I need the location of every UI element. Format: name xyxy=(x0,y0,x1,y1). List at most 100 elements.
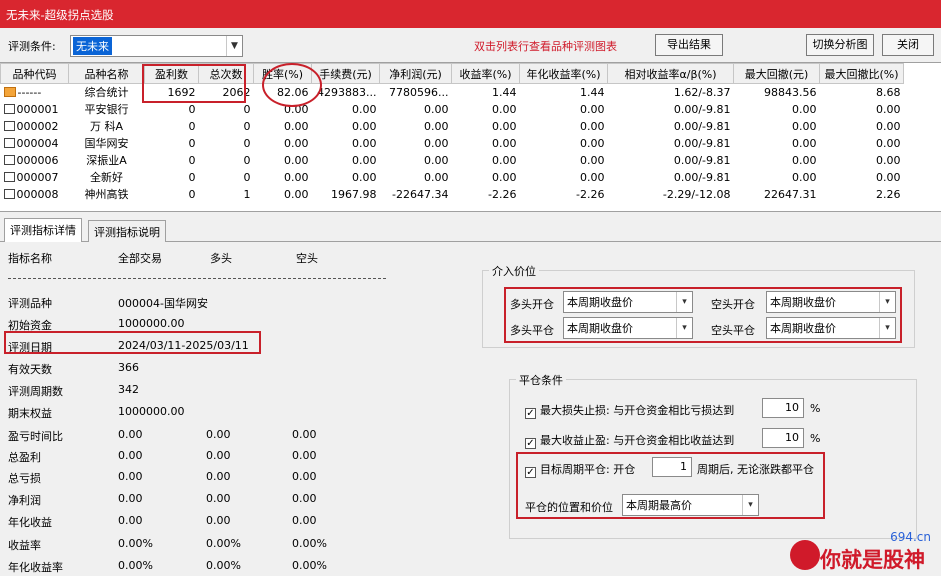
chevron-down-icon[interactable]: ▾ xyxy=(879,292,895,312)
table-cell: 0 xyxy=(199,152,254,169)
table-cell: 0.00 xyxy=(312,169,380,186)
take-profit-input[interactable]: 10 xyxy=(762,428,804,448)
close-button[interactable]: 关闭 xyxy=(882,34,934,56)
table-cell: 0.00 xyxy=(520,135,608,152)
col-header[interactable]: 品种代码 xyxy=(0,63,69,84)
cell-text: 0.00 xyxy=(352,119,377,133)
long-close-label: 多头平仓 xyxy=(510,324,554,337)
cell-text: 7780596... xyxy=(389,85,449,99)
table-cell: 1.44 xyxy=(520,84,608,101)
cell-text: 1.62/-8.37 xyxy=(673,85,731,99)
tab-metrics-detail[interactable]: 评测指标详情 xyxy=(4,218,82,242)
cell-text: 0 xyxy=(188,153,196,167)
table-cell: 0.00/-9.81 xyxy=(608,152,734,169)
table-cell: 0 xyxy=(145,169,199,186)
cell-text: 0.00 xyxy=(492,102,517,116)
condition-select[interactable]: 无未来 ▼ xyxy=(70,35,243,57)
table-cell: 1967.98 xyxy=(312,186,380,203)
take-profit-option[interactable]: ✓ 最大收益止盈: 与开仓资金相比收益达到 xyxy=(525,432,734,449)
col-header[interactable]: 最大回撤(元) xyxy=(733,63,820,84)
cell-text: 1.44 xyxy=(492,85,517,99)
export-button[interactable]: 导出结果 xyxy=(655,34,723,56)
cell-text: 0 xyxy=(188,102,196,116)
table-row[interactable]: 000001 平安银行 0 0 0.00 0.00 0.00 0.00 0.00 0.00/-9.… xyxy=(1,101,904,118)
checkbox-checked-icon[interactable]: ✓ xyxy=(525,467,536,478)
col-header[interactable]: 手续费(元) xyxy=(311,63,380,84)
col-header[interactable]: 胜率(%) xyxy=(253,63,312,84)
stop-loss-option[interactable]: ✓ 最大损失止损: 与开仓资金相比亏损达到 xyxy=(525,402,734,419)
target-period-option[interactable]: ✓ 目标周期平仓: 开仓 xyxy=(525,461,635,478)
table-cell: 0.00 xyxy=(734,152,820,169)
table-cell: 0.00 xyxy=(254,135,312,152)
cell-code: 000008 xyxy=(1,186,69,203)
table-cell: 0.00 xyxy=(380,135,452,152)
table-cell: 1692 xyxy=(145,84,199,101)
cell-text: 神州高铁 xyxy=(84,188,129,201)
col-header[interactable]: 总次数 xyxy=(198,63,254,84)
cell-text: 国华网安 xyxy=(84,137,129,150)
close-position-select[interactable]: 本周期最高价 ▾ xyxy=(622,494,759,516)
col-header[interactable]: 最大回撤比(%) xyxy=(819,63,904,84)
checkbox-checked-icon[interactable]: ✓ xyxy=(525,408,536,419)
table-cell: 0.00 xyxy=(734,169,820,186)
table-cell: 0.00/-9.81 xyxy=(608,135,734,152)
cell-text: 0.00 xyxy=(580,119,605,133)
table-row[interactable]: ------ 综合统计 1692 2062 82.06 4293883... 7780596… xyxy=(1,84,904,101)
table-cell: 0.00 xyxy=(734,135,820,152)
cell-text: 0.00 xyxy=(284,119,309,133)
table-row[interactable]: 000006 深振业A 0 0 0.00 0.00 0.00 0.00 0.00 0.00/-9.… xyxy=(1,152,904,169)
table-cell: 0.00 xyxy=(520,118,608,135)
target-period-input[interactable]: 1 xyxy=(652,457,692,477)
chevron-down-icon[interactable]: ▼ xyxy=(226,36,242,56)
cell-text: 0.00/-9.81 xyxy=(673,119,731,133)
col-header[interactable]: 年化收益率(%) xyxy=(519,63,608,84)
short-open-select[interactable]: 本周期收盘价 ▾ xyxy=(766,291,896,313)
cell-text: 0.00 xyxy=(876,136,901,150)
table-cell: -2.26 xyxy=(452,186,520,203)
cell-name: 万 科A xyxy=(69,118,145,135)
col-header[interactable]: 品种名称 xyxy=(68,63,145,84)
switch-chart-button[interactable]: 切换分析图 xyxy=(806,34,874,56)
cell-text: ------ xyxy=(17,85,42,99)
cell-text: -22647.34 xyxy=(392,187,449,201)
table-row[interactable]: 000007 全新好 0 0 0.00 0.00 0.00 0.00 0.00 0.00/-9.8… xyxy=(1,169,904,186)
cell-text: 0.00 xyxy=(492,119,517,133)
cell-text: 0.00 xyxy=(424,102,449,116)
cell-text: 0 xyxy=(243,153,251,167)
table-cell: 0.00/-9.81 xyxy=(608,169,734,186)
tab-metrics-help[interactable]: 评测指标说明 xyxy=(88,220,166,242)
short-close-select[interactable]: 本周期收盘价 ▾ xyxy=(766,317,896,339)
chevron-down-icon[interactable]: ▾ xyxy=(742,495,758,515)
table-cell: 0.00/-9.81 xyxy=(608,101,734,118)
col-header[interactable]: 净利润(元) xyxy=(379,63,452,84)
long-close-select[interactable]: 本周期收盘价 ▾ xyxy=(563,317,693,339)
table-cell: 0.00/-9.81 xyxy=(608,118,734,135)
metric-value-all: 0.00% xyxy=(118,537,153,550)
table-row[interactable]: 000002 万 科A 0 0 0.00 0.00 0.00 0.00 0.00 0.00/-9.… xyxy=(1,118,904,135)
watermark-text: 你就是股神 xyxy=(820,548,925,572)
cell-text: 全新好 xyxy=(90,171,123,184)
table-row[interactable]: 000008 神州高铁 0 1 0.00 1967.98 -22647.34 -2.26 -2.… xyxy=(1,186,904,203)
chevron-down-icon[interactable]: ▾ xyxy=(676,292,692,312)
col-header[interactable]: 收益率(%) xyxy=(451,63,520,84)
cell-text: 0 xyxy=(188,187,196,201)
cell-text: 000008 xyxy=(16,187,59,201)
metric-name: 评测品种 xyxy=(8,297,52,310)
long-open-select[interactable]: 本周期收盘价 ▾ xyxy=(563,291,693,313)
metric-value-all: 366 xyxy=(118,361,139,374)
cell-text: 4293883... xyxy=(317,85,377,99)
col-header[interactable]: 相对收益率α/β(%) xyxy=(607,63,734,84)
table-cell: 0.00 xyxy=(452,152,520,169)
chevron-down-icon[interactable]: ▾ xyxy=(676,318,692,338)
col-header[interactable]: 盈利数 xyxy=(144,63,199,84)
chevron-down-icon[interactable]: ▾ xyxy=(879,318,895,338)
checkbox-checked-icon[interactable]: ✓ xyxy=(525,438,536,449)
cell-text: 1692 xyxy=(167,85,196,99)
cell-text: 0 xyxy=(243,102,251,116)
stop-loss-input[interactable]: 10 xyxy=(762,398,804,418)
table-cell: 0.00 xyxy=(820,152,904,169)
results-grid[interactable]: 品种代码 品种名称 盈利数 总次数 胜率(%) 手续费(元) 净利润(元) 收益… xyxy=(0,62,941,212)
table-row[interactable]: 000004 国华网安 0 0 0.00 0.00 0.00 0.00 0.00 0.00/-9.… xyxy=(1,135,904,152)
table-cell: 82.06 xyxy=(254,84,312,101)
cell-text: -2.26 xyxy=(576,187,605,201)
